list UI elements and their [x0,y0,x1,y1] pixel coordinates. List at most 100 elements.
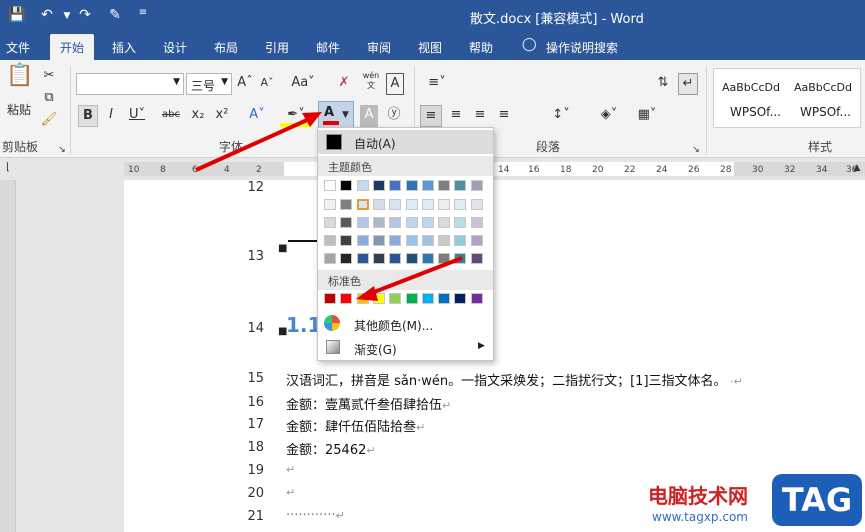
redo-icon[interactable]: ↷ [76,7,94,23]
font-name-select[interactable]: ▼ [76,73,184,95]
align-right-icon[interactable]: ≡ [470,105,490,127]
vertical-ruler[interactable] [0,180,16,532]
standard-color-swatch[interactable] [324,293,336,304]
more-colors-item[interactable]: 其他颜色(M)... [318,312,493,336]
char-border-icon[interactable]: A [386,73,404,95]
theme-color-swatch[interactable] [340,180,353,191]
theme-color-swatch[interactable] [405,180,418,191]
phonetic-guide-icon[interactable]: wén 文 [360,71,382,93]
doc-line[interactable]: 金额：肆仟伍佰陆拾叁↵ [286,416,425,435]
theme-color-swatch[interactable] [389,253,402,264]
touch-mode-icon[interactable]: ✎ [106,7,124,23]
doc-line[interactable]: ↵ [286,485,295,500]
undo-dropdown-icon[interactable]: ▼ [58,11,76,21]
standard-color-swatch[interactable] [340,293,353,304]
theme-color-swatch[interactable] [421,199,434,210]
tab-file[interactable]: 文件 [6,39,30,56]
enclose-char-icon[interactable]: ⓨ [384,105,404,127]
theme-color-swatch[interactable] [405,199,418,210]
font-size-select[interactable]: 三号 ▼ [186,73,232,95]
doc-line[interactable]: 金额：壹萬贰仟叁佰肆拾伍↵ [286,394,451,413]
tab-review[interactable]: 审阅 [367,39,391,56]
theme-color-swatch[interactable] [356,199,369,210]
theme-color-swatch[interactable] [372,235,385,246]
change-case-icon[interactable]: Aa˅ [288,73,318,95]
standard-color-swatch[interactable] [454,293,467,304]
italic-button[interactable]: I [102,105,120,127]
shading-icon[interactable]: ◈˅ [594,105,624,127]
tab-mailings[interactable]: 邮件 [316,39,340,56]
theme-color-swatch[interactable] [438,199,451,210]
style-item-1[interactable]: AaBbCcDd [722,81,780,94]
theme-color-swatch[interactable] [421,217,434,228]
clear-formatting-icon[interactable]: ✗ [334,73,354,95]
paste-button[interactable]: 粘贴 [4,100,34,122]
standard-color-swatch[interactable] [372,293,385,304]
theme-color-swatch[interactable] [340,217,353,228]
theme-color-swatch[interactable] [405,235,418,246]
theme-color-swatch[interactable] [470,235,483,246]
save-icon[interactable]: 💾 [8,7,26,23]
ruler-scroll-icon[interactable]: ▲ [850,160,864,176]
font-color-button[interactable]: A ▼ [318,101,354,129]
theme-color-swatch[interactable] [324,235,336,246]
theme-color-swatch[interactable] [389,180,402,191]
theme-color-swatch[interactable] [324,180,336,191]
align-left-icon[interactable]: ≡ [420,105,442,127]
theme-color-swatch[interactable] [389,235,402,246]
theme-color-swatch[interactable] [324,217,336,228]
theme-color-swatch[interactable] [324,253,336,264]
theme-color-swatch[interactable] [438,253,451,264]
theme-color-swatch[interactable] [454,253,467,264]
auto-color-item[interactable]: 自动(A) [318,130,493,154]
tab-references[interactable]: 引用 [265,39,289,56]
cut-icon[interactable]: ✂ [40,66,58,88]
superscript-button[interactable]: x² [212,105,232,127]
theme-color-swatch[interactable] [438,217,451,228]
show-marks-icon[interactable]: ↵ [678,73,698,95]
theme-color-swatch[interactable] [340,199,353,210]
theme-color-swatch[interactable] [421,235,434,246]
doc-line[interactable]: 金额：25462↵ [286,439,376,458]
theme-color-swatch[interactable] [438,235,451,246]
doc-line[interactable]: 汉语词汇，拼音是 sǎn·wén。一指文采焕发；二指扰行文；[1]三指文体名。 … [286,370,743,389]
theme-color-swatch[interactable] [340,235,353,246]
doc-line[interactable]: ↵ [286,462,295,477]
underline-button[interactable]: U˅ [124,105,150,127]
theme-color-swatch[interactable] [389,199,402,210]
theme-color-swatch[interactable] [356,180,369,191]
bullets-icon[interactable]: ≡˅ [422,73,452,95]
theme-color-swatch[interactable] [454,217,467,228]
theme-color-swatch[interactable] [470,253,483,264]
borders-icon[interactable]: ▦˅ [632,105,662,127]
theme-color-swatch[interactable] [372,253,385,264]
sort-icon[interactable]: ⇅ [652,73,674,95]
theme-color-swatch[interactable] [454,180,467,191]
justify-icon[interactable]: ≡ [494,105,514,127]
theme-color-swatch[interactable] [372,180,385,191]
format-painter-icon[interactable]: 🖌 [40,110,58,132]
tab-insert[interactable]: 插入 [112,39,136,56]
theme-color-swatch[interactable] [340,253,353,264]
gradient-item[interactable]: 渐变(G) ▶ [318,336,493,360]
standard-color-swatch[interactable] [389,293,402,304]
theme-color-swatch[interactable] [405,217,418,228]
theme-color-swatch[interactable] [421,180,434,191]
theme-color-swatch[interactable] [454,235,467,246]
theme-color-swatch[interactable] [324,199,336,210]
align-center-icon[interactable]: ≡ [446,105,466,127]
standard-color-swatch[interactable] [356,293,369,304]
theme-color-swatch[interactable] [356,217,369,228]
standard-color-swatch[interactable] [470,293,483,304]
standard-color-swatch[interactable] [438,293,451,304]
tab-help[interactable]: 帮助 [469,39,493,56]
theme-color-swatch[interactable] [389,217,402,228]
theme-color-swatch[interactable] [356,235,369,246]
bold-button[interactable]: B [78,105,98,127]
standard-color-swatch[interactable] [405,293,418,304]
theme-color-swatch[interactable] [372,217,385,228]
tab-layout[interactable]: 布局 [214,39,238,56]
line-spacing-icon[interactable]: ↕˅ [546,105,576,127]
theme-color-swatch[interactable] [356,253,369,264]
theme-color-swatch[interactable] [470,199,483,210]
